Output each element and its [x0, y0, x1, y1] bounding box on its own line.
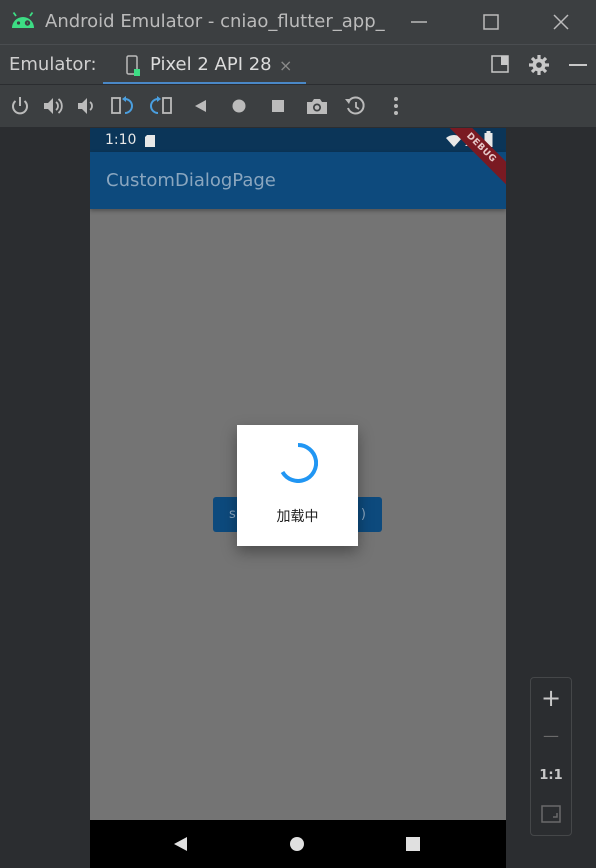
loading-text: 加载中: [276, 509, 319, 525]
status-bar: 1:10: [90, 128, 506, 152]
status-time: 1:10: [105, 132, 137, 148]
device-screen[interactable]: 1:10 CustomDialogPage DEBUG s ) 加载中: [90, 128, 506, 868]
home-icon[interactable]: [228, 95, 250, 117]
loading-spinner-icon: [278, 442, 319, 487]
more-icon[interactable]: [385, 95, 407, 117]
screenshot-icon[interactable]: [305, 95, 327, 117]
power-icon[interactable]: [9, 95, 31, 117]
emulator-label: Emulator:: [9, 54, 97, 75]
zoom-panel: + — 1:1: [530, 677, 572, 836]
tab-close-icon[interactable]: ×: [279, 56, 292, 75]
rotate-right-icon[interactable]: [149, 95, 172, 117]
page-title: CustomDialogPage: [106, 170, 276, 191]
volume-up-icon[interactable]: [42, 95, 64, 117]
android-nav-bar: [90, 820, 506, 868]
zoom-in-button[interactable]: +: [531, 684, 571, 712]
nav-home-icon[interactable]: [289, 836, 305, 856]
volume-down-icon[interactable]: [76, 95, 98, 117]
fit-screen-icon[interactable]: [541, 805, 561, 827]
layout-icon[interactable]: [490, 54, 510, 78]
back-icon[interactable]: [190, 95, 212, 117]
zoom-out-button[interactable]: —: [531, 726, 571, 745]
overview-icon[interactable]: [267, 95, 289, 117]
android-icon: [10, 10, 36, 36]
emulator-tab-bar: Emulator: Pixel 2 API 28 ×: [0, 44, 596, 85]
loading-dialog: 加载中: [237, 425, 358, 546]
window-title-bar: Android Emulator - cniao_flutter_app_r: [0, 0, 596, 44]
snapshot-icon[interactable]: [344, 95, 366, 117]
gear-icon[interactable]: [528, 54, 550, 80]
phone-icon: [125, 55, 141, 81]
tab-label: Pixel 2 API 28: [150, 54, 272, 75]
nav-back-icon[interactable]: [172, 836, 190, 856]
tab-pixel-2-api-28[interactable]: Pixel 2 API 28 ×: [103, 45, 306, 85]
nav-overview-icon[interactable]: [405, 836, 421, 856]
app-bar: CustomDialogPage: [90, 152, 506, 209]
minimize-icon[interactable]: [408, 11, 430, 33]
sd-card-icon: [144, 133, 156, 152]
hide-panel-icon[interactable]: [567, 54, 589, 80]
zoom-one-to-one-button[interactable]: 1:1: [531, 768, 571, 783]
rotate-left-icon[interactable]: [110, 95, 133, 117]
window-title: Android Emulator - cniao_flutter_app_r: [45, 11, 385, 32]
close-icon[interactable]: [550, 11, 572, 33]
emulator-toolbar: [0, 84, 596, 128]
button-label-end: ): [360, 507, 366, 522]
button-label-start: s: [229, 507, 236, 522]
maximize-icon[interactable]: [480, 11, 502, 33]
